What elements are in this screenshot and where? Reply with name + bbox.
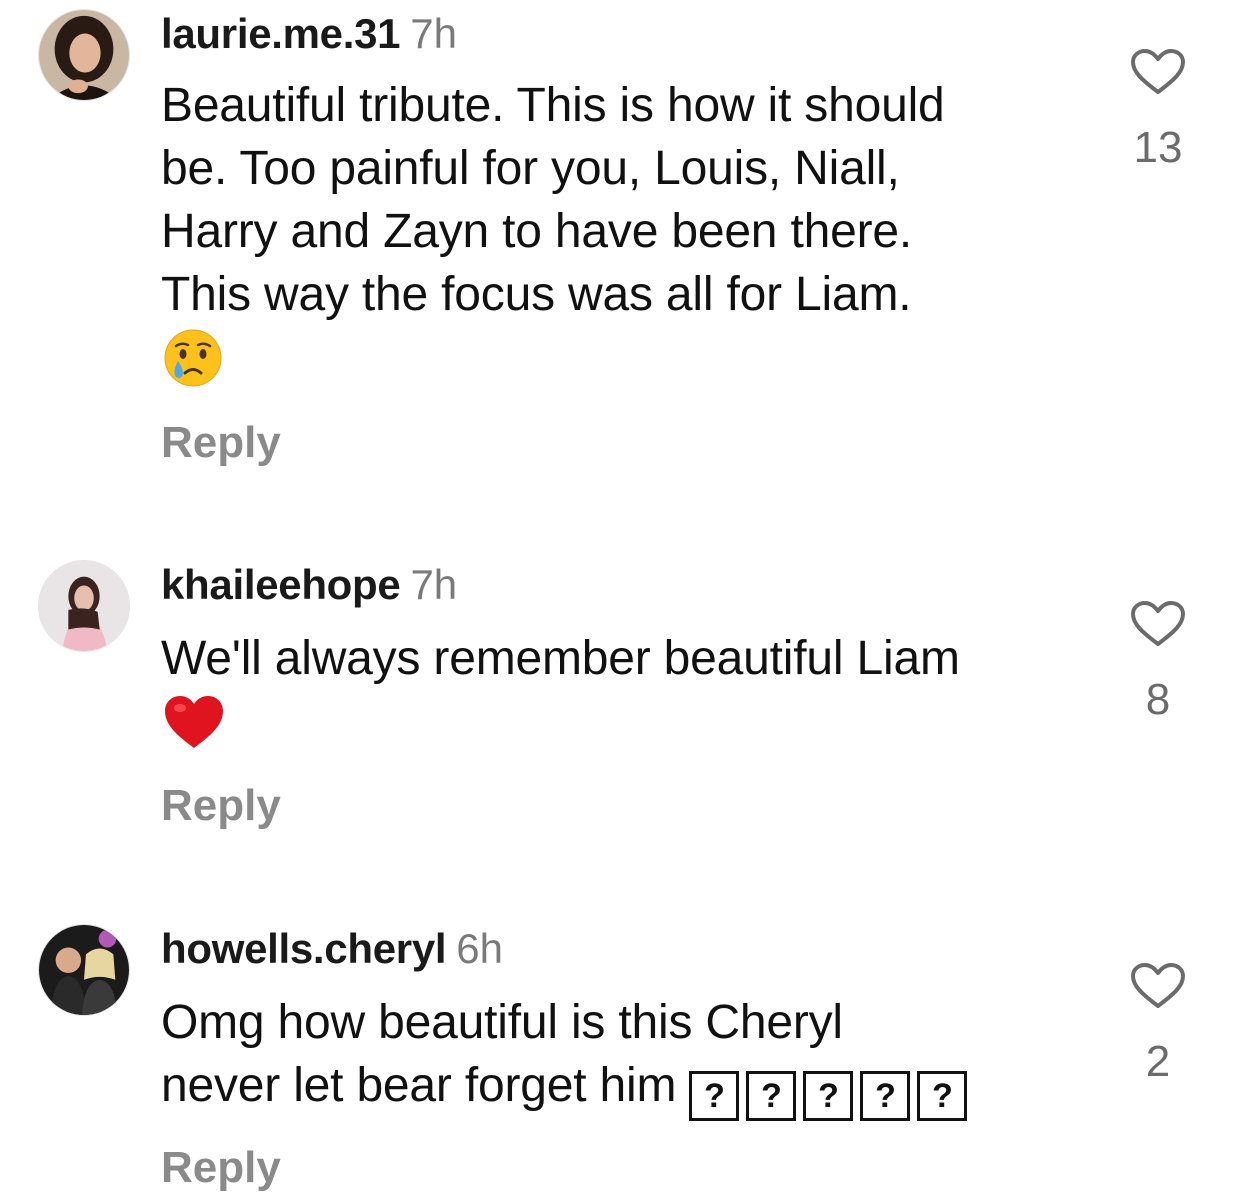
like-button[interactable]	[1128, 600, 1188, 648]
username[interactable]: khaileehope	[161, 561, 401, 608]
red-heart-emoji	[165, 696, 223, 748]
comment-line-text: never let bear forget him	[161, 1059, 677, 1112]
username[interactable]: laurie.me.31	[161, 10, 401, 57]
reply-button[interactable]: Reply	[161, 780, 281, 832]
comment-line: Omg how beautiful is this Cheryl	[161, 996, 843, 1049]
comment-line: never let bear forget him ?????	[161, 1054, 1081, 1121]
like-count: 13	[1133, 123, 1183, 172]
timestamp: 7h	[410, 10, 457, 57]
missing-glyph-box: ?	[689, 1071, 740, 1121]
comment-line: be. Too painful for you, Louis, Niall,	[161, 142, 900, 195]
missing-glyph-box: ?	[917, 1071, 968, 1121]
comment-text: We'll always remember beautiful Liam	[161, 627, 1081, 753]
missing-glyph-box: ?	[803, 1071, 854, 1121]
comment-header: khaileehope 7h	[161, 560, 457, 610]
comment-line: This way the focus was all for Liam.	[161, 268, 912, 321]
avatar[interactable]	[38, 924, 130, 1016]
username[interactable]: howells.cheryl	[161, 925, 447, 972]
comment-text: Omg how beautiful is this Cheryl never l…	[161, 991, 1081, 1121]
comment-line: Beautiful tribute. This is how it should	[161, 79, 945, 132]
heart-outline-icon	[1131, 601, 1185, 646]
avatar[interactable]	[38, 9, 130, 101]
timestamp: 6h	[456, 925, 503, 972]
heart-outline-icon	[1131, 49, 1185, 94]
like-count: 8	[1145, 675, 1171, 724]
like-button[interactable]	[1128, 962, 1188, 1010]
reply-button[interactable]: Reply	[161, 417, 281, 469]
timestamp: 7h	[410, 561, 458, 608]
missing-glyph-box: ?	[860, 1071, 911, 1121]
comment-line: We'll always remember beautiful Liam	[161, 632, 960, 685]
comment-line: Harry and Zayn to have been there.	[161, 205, 912, 258]
comment-header: laurie.me.31 7h	[161, 9, 457, 59]
reply-button[interactable]: Reply	[161, 1142, 281, 1194]
like-count: 2	[1145, 1037, 1171, 1086]
like-button[interactable]	[1128, 48, 1188, 96]
missing-glyph-box: ?	[746, 1071, 797, 1121]
heart-outline-icon	[1131, 963, 1185, 1008]
comment-text: Beautiful tribute. This is how it should…	[161, 74, 1081, 389]
comment-header: howells.cheryl 6h	[161, 924, 503, 974]
crying-face-emoji	[164, 329, 222, 387]
avatar[interactable]	[38, 560, 130, 652]
